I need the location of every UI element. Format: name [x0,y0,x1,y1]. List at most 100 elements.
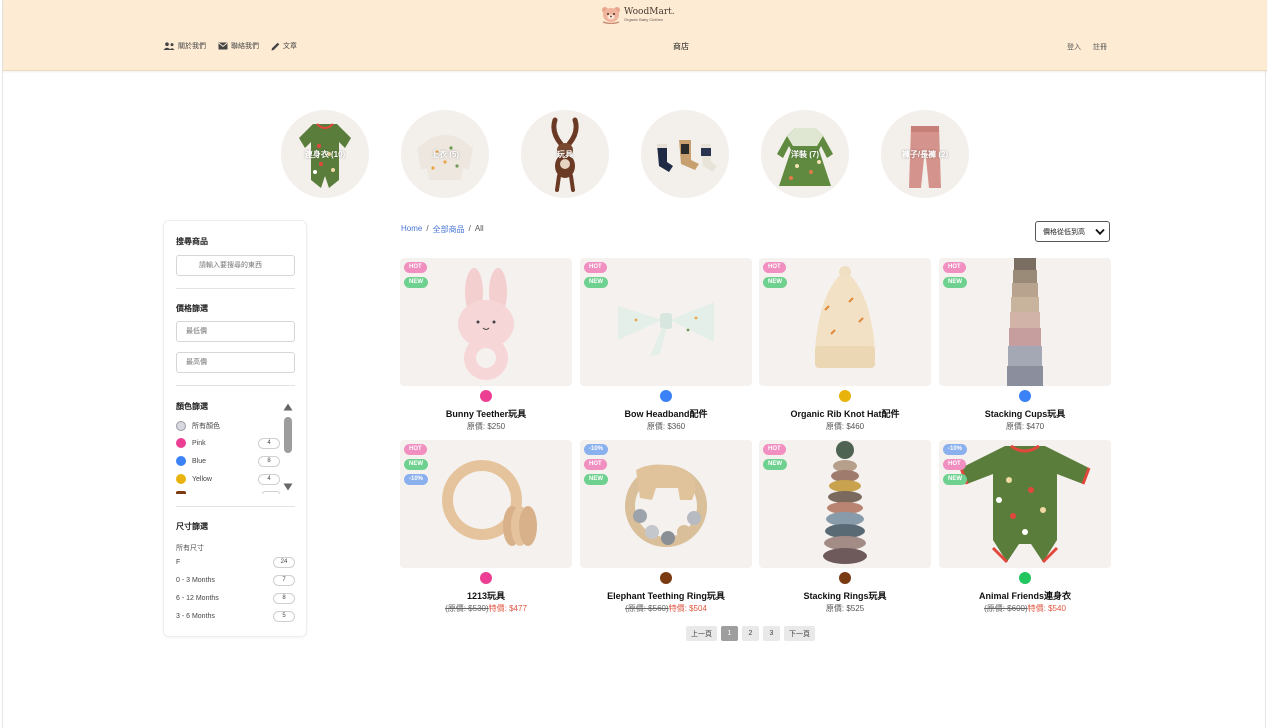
nav-shop[interactable]: 商店 [673,41,689,52]
product-name[interactable]: Organic Rib Knot Hat配件 [759,407,931,420]
people-icon [163,42,175,50]
hot-badge: HOT [404,262,427,273]
size-option-6-12[interactable]: 6 - 12 Months 8 [176,593,295,604]
logo[interactable]: WoodMart. Organic Baby Clothes [601,6,675,24]
max-price-input[interactable] [176,352,295,373]
divider [176,385,295,386]
search-input[interactable] [176,255,295,276]
size-filter-title: 尺寸篩選 [176,522,208,531]
hot-badge: HOT [404,444,427,455]
product-card[interactable]: HOT NEW Organic Rib Knot Hat配件 原價: $460 [759,258,931,433]
nav-login[interactable]: 登入 [1067,42,1081,52]
product-name[interactable]: Elephant Teething Ring玩具 [580,589,752,602]
sort-selected-label: 價格從低到高 [1043,228,1085,236]
socks-image [657,140,717,172]
color-option-blue[interactable]: Blue 8 [176,455,280,467]
category-socks[interactable] [641,110,729,198]
new-badge: NEW [584,474,608,485]
product-name[interactable]: Animal Friends連身衣 [939,589,1111,602]
product-image[interactable]: HOT NEW -10% [400,440,572,568]
product-image[interactable]: HOT NEW [759,258,931,386]
color-option-all[interactable]: 所有顏色 [176,421,280,431]
logo-tagline: Organic Baby Clothes [624,17,663,22]
min-price-input[interactable] [176,321,295,342]
page-frame: WoodMart. Organic Baby Clothes 關於我們 聯絡我們… [2,0,1267,728]
color-swatch[interactable] [480,390,492,402]
category-romper[interactable]: 連身衣 (10) [281,110,369,198]
page-button-3[interactable]: 3 [763,626,780,641]
product-card[interactable]: HOT NEW Bow Headband配件 原價: $360 [580,258,752,433]
product-image[interactable]: -10% HOT NEW [939,440,1111,568]
nav-register[interactable]: 註冊 [1093,42,1107,52]
product-image[interactable]: HOT NEW [580,258,752,386]
color-count: 8 [258,455,280,467]
color-label: Yellow [192,475,212,483]
breadcrumb-all-products[interactable]: 全部商品 [433,224,465,235]
category-pants[interactable]: 褲子/長褲 (2) [881,110,969,198]
size-option-0-3[interactable]: 0 - 3 Months 7 [176,575,295,586]
color-swatch[interactable] [660,572,672,584]
size-option-all[interactable]: 所有尺寸 [176,543,295,553]
color-count-partial [262,491,280,494]
scroll-down-icon[interactable] [283,483,293,491]
breadcrumb-current: All [474,224,484,233]
product-image[interactable]: -10% HOT NEW [580,440,752,568]
category-sweater[interactable]: 上衣 (5) [401,110,489,198]
product-card[interactable]: -10% HOT NEW Animal Friends連身衣 (原價: $600… [939,440,1111,615]
product-name[interactable]: Bow Headband配件 [580,407,752,420]
category-label: 連身衣 (10) [304,150,346,159]
category-label: 洋裝 (7) [791,150,819,159]
size-option-f[interactable]: F 24 [176,557,295,568]
product-price: 原價: $525 [825,604,865,613]
color-swatch[interactable] [480,572,492,584]
color-swatch[interactable] [839,572,851,584]
product-name[interactable]: 1213玩具 [400,589,572,602]
color-swatch [176,438,186,448]
page-button-1[interactable]: 1 [721,626,738,641]
mail-icon [218,42,228,50]
breadcrumb-separator: / [468,224,471,233]
color-swatch[interactable] [1019,572,1031,584]
next-page-button[interactable]: 下一頁 [784,626,815,641]
product-price: (原價: $560)特價: $504 [580,603,752,614]
color-option-yellow[interactable]: Yellow 4 [176,473,280,485]
size-label: 6 - 12 Months [176,595,219,602]
color-swatch[interactable] [1019,390,1031,402]
product-card[interactable]: -10% HOT NEW Elephant Teething Ring玩具 (原… [580,440,752,615]
prev-page-button[interactable]: 上一頁 [686,626,717,641]
nav-articles[interactable]: 文章 [271,41,297,51]
size-label: 3 - 6 Months [176,613,215,620]
product-card[interactable]: HOT NEW Stacking Cups玩具 原價: $470 [939,258,1111,433]
product-card[interactable]: HOT NEW Stacking Rings玩具 原價: $525 [759,440,931,615]
breadcrumb-separator: / [426,224,429,233]
scrollbar-thumb[interactable] [284,417,292,453]
product-image[interactable]: HOT NEW [400,258,572,386]
category-label: 褲子/長褲 (2) [901,150,949,159]
product-card[interactable]: HOT NEW Bunny Teether玩具 原價: $250 [400,258,572,433]
color-swatch[interactable] [839,390,851,402]
size-option-3-6[interactable]: 3 - 6 Months 5 [176,611,295,622]
color-swatch[interactable] [660,390,672,402]
category-toys[interactable]: 玩具 [521,110,609,198]
product-name[interactable]: Stacking Rings玩具 [759,589,931,602]
category-dress[interactable]: 洋裝 (7) [761,110,849,198]
bear-logo-icon [602,7,620,24]
nav-right: 登入 註冊 [1067,42,1107,52]
scroll-up-icon[interactable] [283,403,293,411]
product-image[interactable]: HOT NEW [939,258,1111,386]
size-count: 5 [273,611,295,622]
nav-about-label: 關於我們 [178,43,206,50]
color-option-pink[interactable]: Pink 4 [176,437,280,449]
new-badge: NEW [763,277,787,288]
breadcrumb-home[interactable]: Home [401,224,422,235]
nav-contact[interactable]: 聯絡我們 [218,41,259,51]
product-image[interactable]: HOT NEW [759,440,931,568]
page-button-2[interactable]: 2 [742,626,759,641]
product-card[interactable]: HOT NEW -10% 1213玩具 (原價: $530)特價: $477 [400,440,572,615]
product-name[interactable]: Bunny Teether玩具 [400,407,572,420]
color-label: Pink [192,439,206,447]
nav-about[interactable]: 關於我們 [163,41,206,51]
new-badge: NEW [404,459,428,470]
sort-select[interactable]: 價格從低到高 [1035,221,1110,242]
product-name[interactable]: Stacking Cups玩具 [939,407,1111,420]
